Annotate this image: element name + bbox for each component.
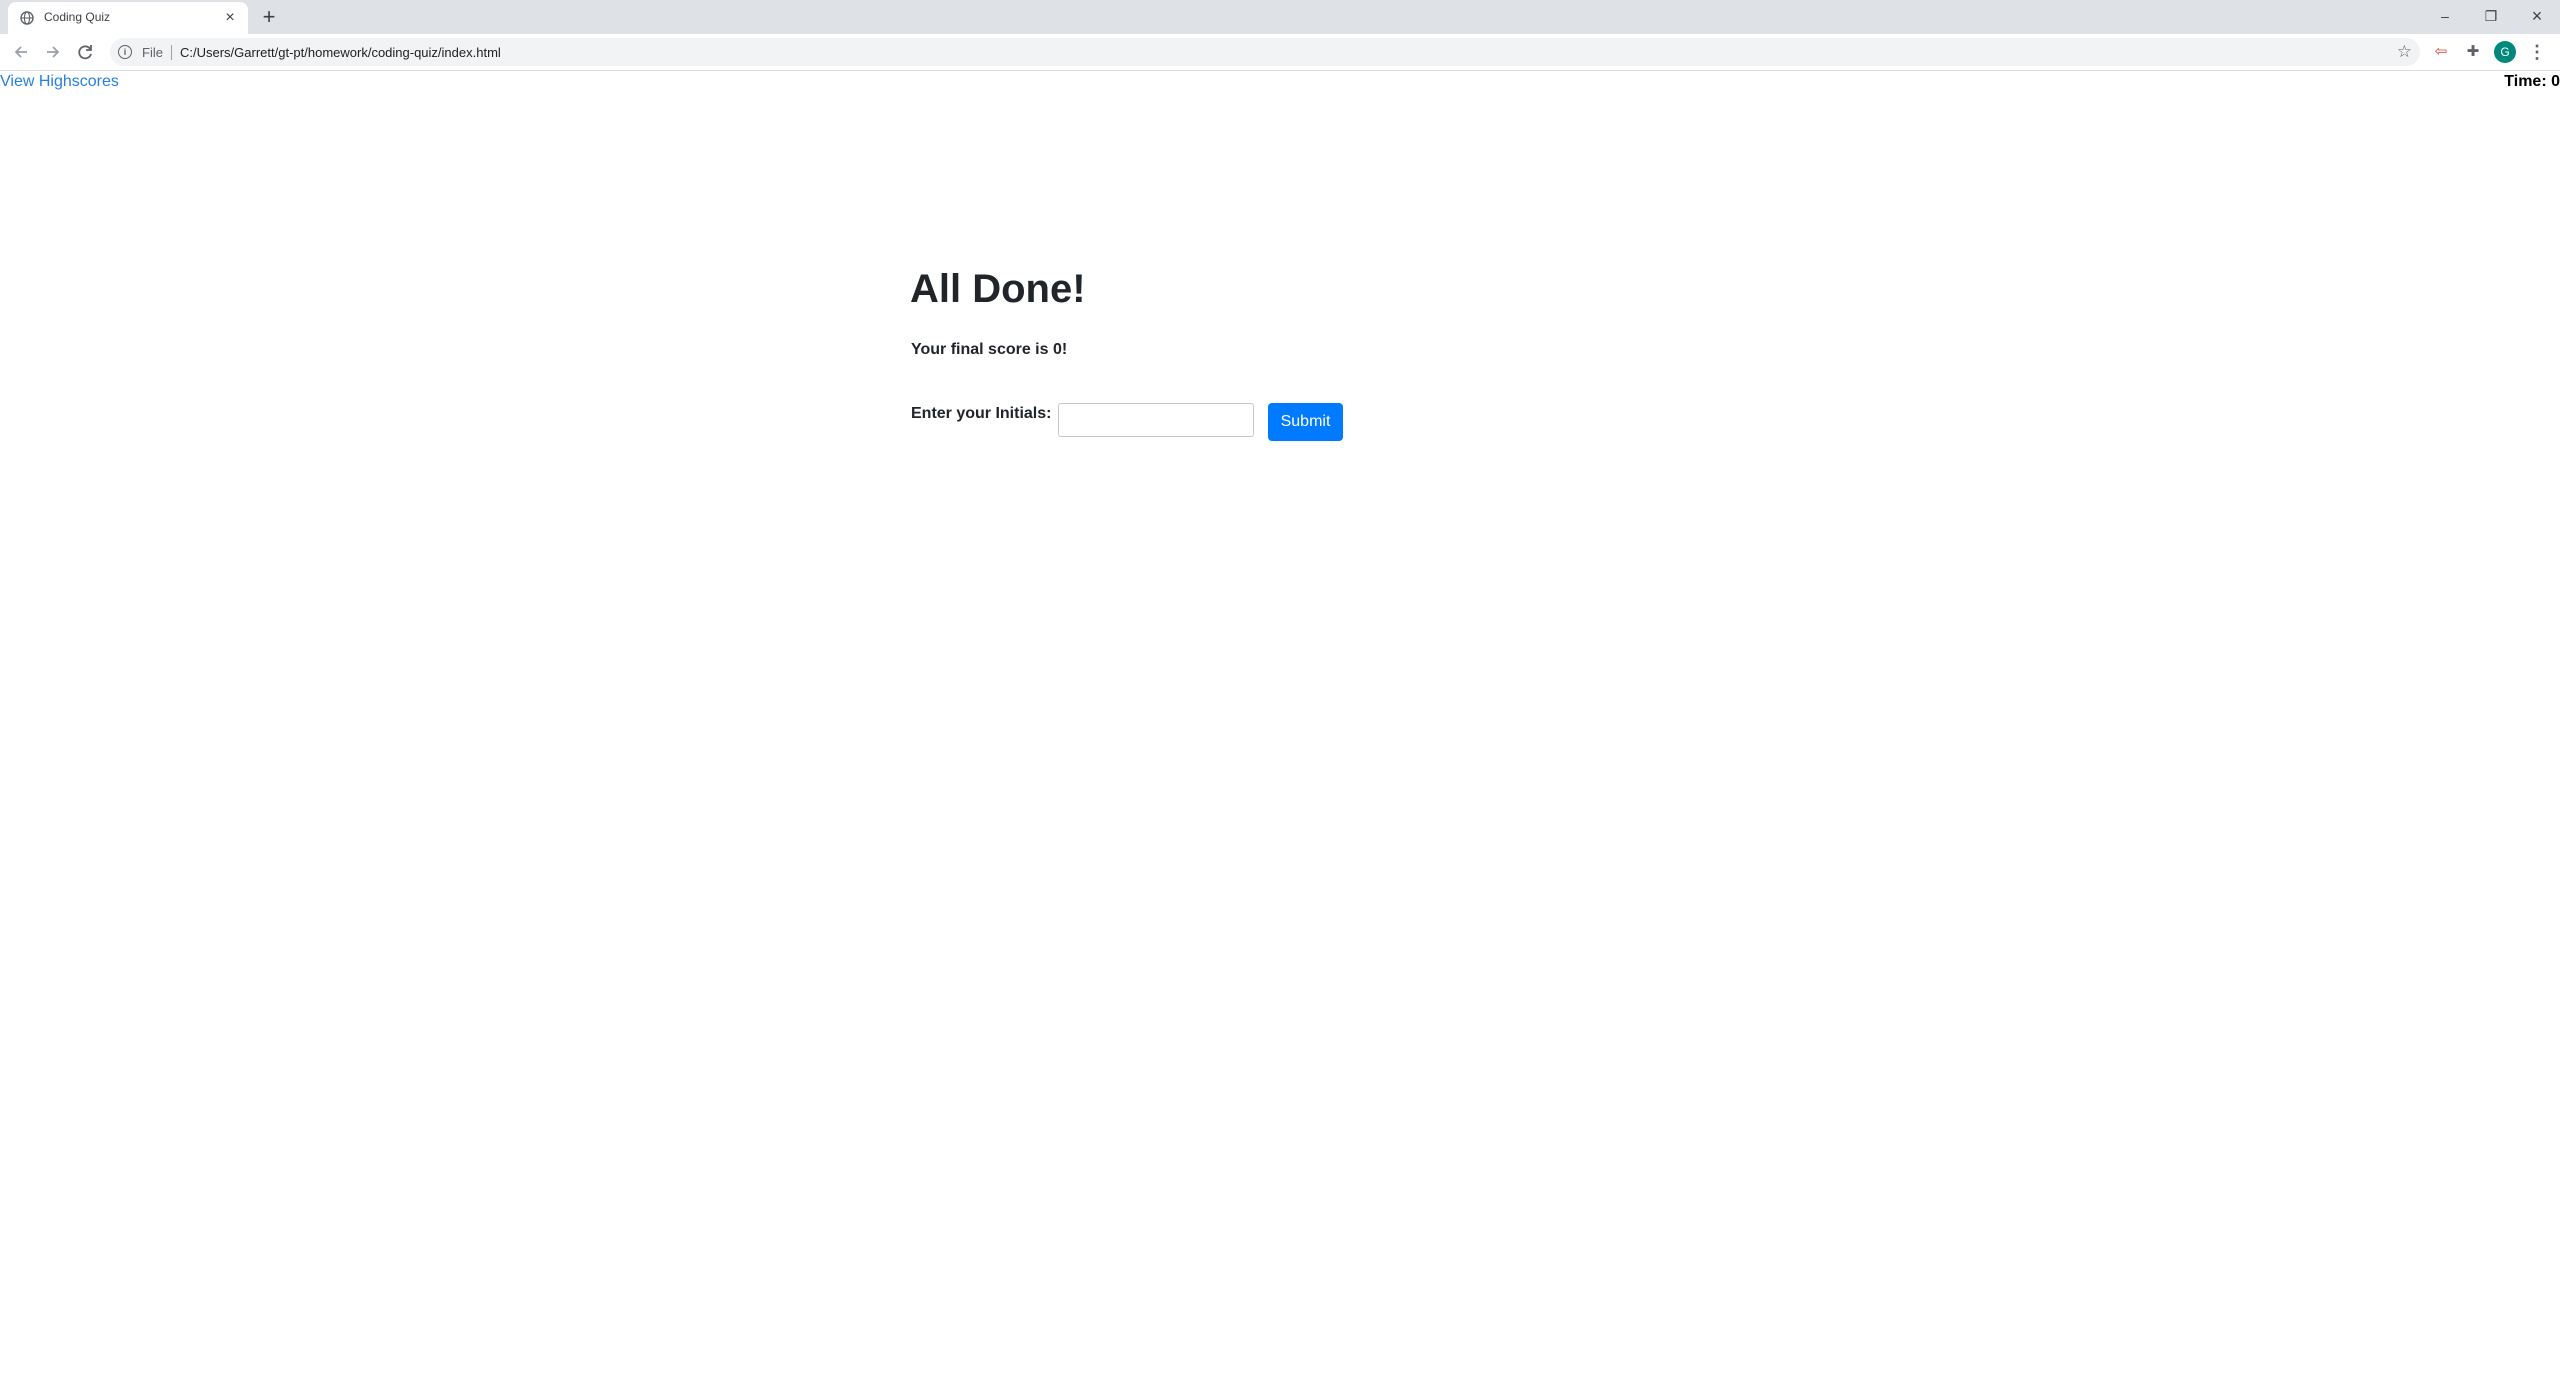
address-separator (171, 45, 172, 60)
avatar[interactable]: G (2494, 41, 2516, 63)
puzzle-icon[interactable]: ✚ (2462, 41, 2484, 63)
tab-strip: Coding Quiz × + – ❐ × (0, 0, 2560, 34)
scheme-label: File (142, 45, 163, 60)
close-window-button[interactable]: × (2522, 4, 2552, 28)
extension-icon[interactable]: ⇦ (2430, 41, 2452, 63)
page-title: All Done! (910, 267, 1086, 311)
tab-close-icon[interactable]: × (222, 10, 238, 26)
submit-button[interactable]: Submit (1268, 403, 1343, 441)
minimize-button[interactable]: – (2430, 4, 2460, 28)
tab-coding-quiz[interactable]: Coding Quiz × (8, 2, 248, 34)
back-icon[interactable] (10, 41, 32, 63)
restore-button[interactable]: ❐ (2476, 4, 2506, 28)
reload-icon[interactable] (74, 41, 96, 63)
initials-label: Enter your Initials: (911, 405, 1052, 422)
initials-input[interactable] (1058, 403, 1254, 437)
tab-title: Coding Quiz (44, 10, 111, 24)
star-icon[interactable]: ☆ (2397, 41, 2412, 63)
forward-icon[interactable] (42, 41, 64, 63)
view-highscores-link[interactable]: View Highscores (0, 73, 119, 91)
address-bar[interactable]: i File C:/Users/Garrett/gt-pt/homework/c… (110, 38, 2420, 66)
final-score-text: Your final score is 0! (911, 341, 1068, 358)
page-content: View Highscores Time: 0 All Done! Your f… (0, 71, 2560, 1400)
browser-toolbar: i File C:/Users/Garrett/gt-pt/homework/c… (0, 34, 2560, 71)
info-icon[interactable]: i (118, 45, 132, 59)
menu-icon[interactable]: ⋮ (2528, 41, 2546, 63)
url-text[interactable]: C:/Users/Garrett/gt-pt/homework/coding-q… (180, 45, 501, 60)
timer: Time: 0 (2504, 73, 2560, 90)
globe-icon (20, 11, 34, 25)
new-tab-button[interactable]: + (258, 6, 280, 28)
